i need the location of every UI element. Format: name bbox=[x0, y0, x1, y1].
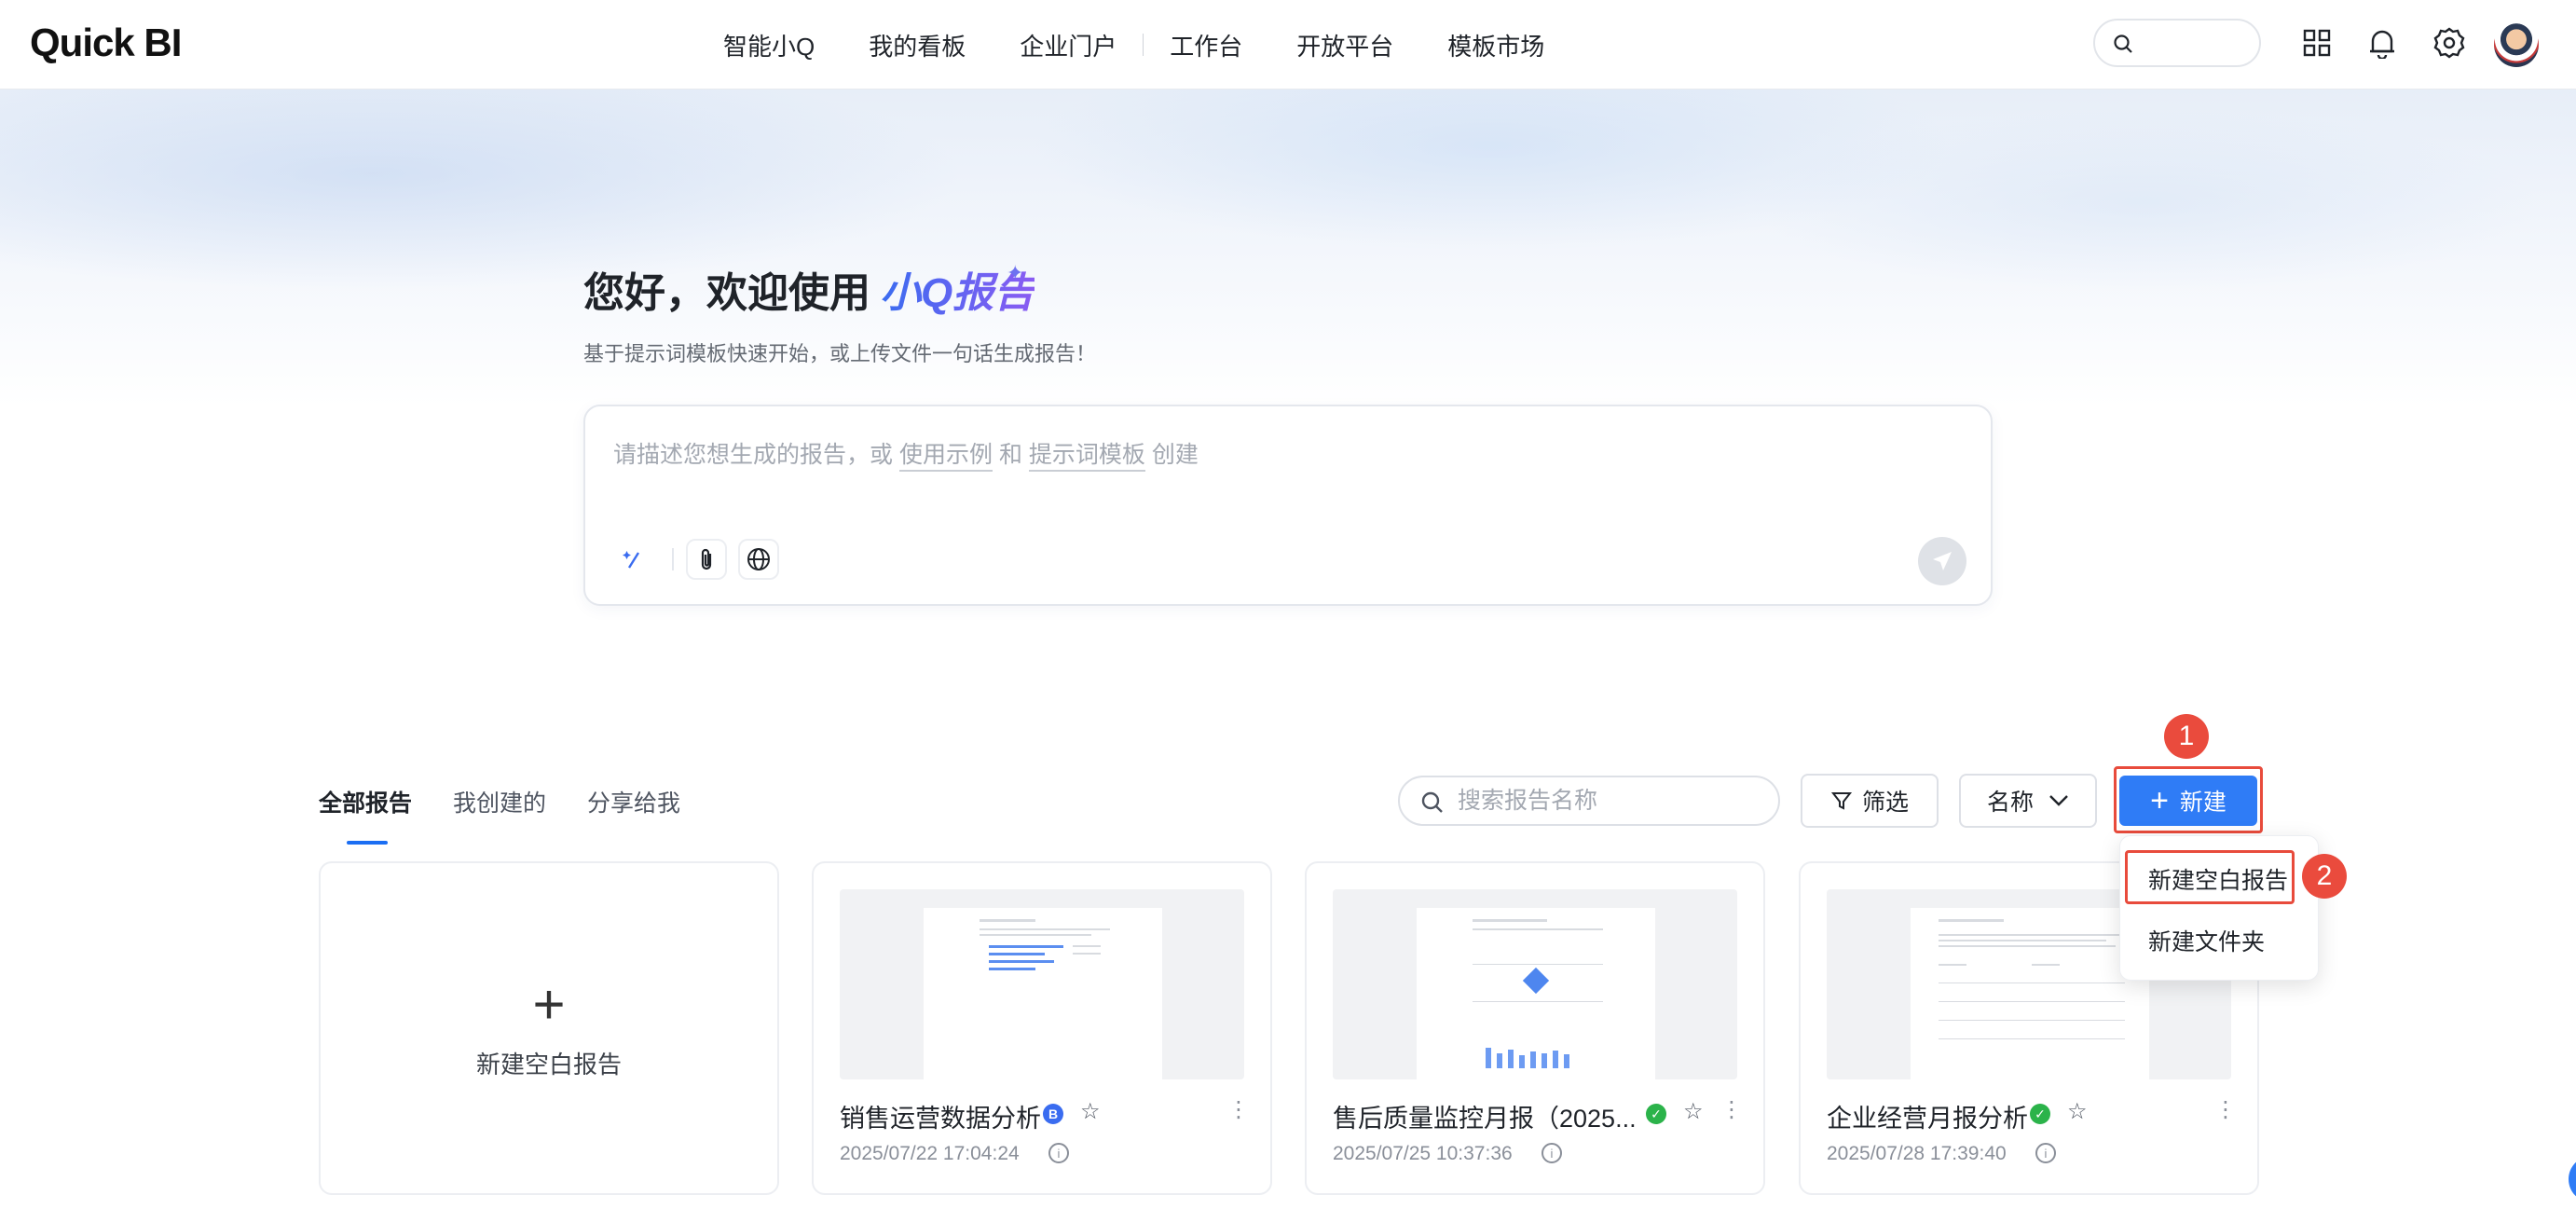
search-icon bbox=[2114, 34, 2132, 53]
sort-select[interactable]: 名称 bbox=[1959, 774, 2097, 828]
bell-icon[interactable] bbox=[2364, 24, 2401, 62]
step-badge-1: 1 bbox=[2164, 714, 2209, 759]
more-menu-icon[interactable]: ⋮ bbox=[1720, 1096, 1743, 1123]
report-thumbnail bbox=[840, 889, 1244, 1079]
menu-item-new-folder[interactable]: 新建文件夹 bbox=[2148, 924, 2265, 957]
prompt-mid: 和 bbox=[998, 442, 1022, 468]
nav-item-workbench[interactable]: 工作台 bbox=[1170, 28, 1242, 62]
tab-created-by-me[interactable]: 我创建的 bbox=[453, 785, 546, 818]
top-nav-bar: Quick BI 智能小Q 我的看板 企业门户 工作台 开放平台 模板市场 bbox=[0, 0, 2576, 89]
new-button-highlight bbox=[2114, 766, 2263, 833]
send-icon bbox=[1933, 552, 1952, 570]
star-icon[interactable]: ☆ bbox=[1080, 1098, 1101, 1125]
magic-wand-icon[interactable] bbox=[613, 539, 654, 580]
b-badge-icon: B bbox=[1043, 1104, 1063, 1124]
more-menu-icon[interactable]: ⋮ bbox=[1227, 1096, 1250, 1123]
report-search-input[interactable] bbox=[1458, 785, 1756, 817]
hero-background bbox=[0, 89, 2576, 406]
prompt-prefix: 请描述您想生成的报告，或 bbox=[613, 442, 894, 468]
tab-all-reports[interactable]: 全部报告 bbox=[319, 785, 412, 818]
prompt-suffix: 创建 bbox=[1151, 442, 1199, 468]
prompt-input-box[interactable]: 请描述您想生成的报告，或 使用示例 和 提示词模板 创建 bbox=[583, 405, 1993, 606]
nav-item-my-dashboard[interactable]: 我的看板 bbox=[869, 28, 966, 62]
star-icon[interactable]: ☆ bbox=[1683, 1098, 1704, 1125]
report-thumbnail bbox=[1333, 889, 1737, 1079]
report-date: 2025/07/25 10:37:36 bbox=[1333, 1143, 1513, 1164]
plus-icon: + bbox=[532, 972, 566, 1036]
nav-item-template-market[interactable]: 模板市场 bbox=[1447, 28, 1544, 62]
globe-icon[interactable] bbox=[738, 539, 779, 580]
global-search-input[interactable] bbox=[2093, 19, 2261, 67]
report-title: 销售运营数据分析 bbox=[840, 1105, 1041, 1133]
report-card[interactable]: 销售运营数据分析 B ☆ ⋮ 2025/07/22 17:04:24 i bbox=[812, 861, 1272, 1195]
toolbar-divider bbox=[672, 548, 674, 570]
report-title: 企业经营月报分析 bbox=[1827, 1105, 2028, 1133]
info-icon[interactable]: i bbox=[1541, 1143, 1562, 1163]
nav-item-portal[interactable]: 企业门户 bbox=[1020, 28, 1117, 62]
search-icon bbox=[1421, 791, 1443, 813]
use-example-link[interactable]: 使用示例 bbox=[898, 442, 993, 472]
apps-grid-icon[interactable] bbox=[2298, 24, 2336, 62]
step-badge-2: 2 bbox=[2302, 854, 2347, 899]
user-avatar[interactable] bbox=[2494, 22, 2539, 67]
tab-shared-with-me[interactable]: 分享给我 bbox=[587, 785, 680, 818]
sort-label: 名称 bbox=[1986, 790, 2034, 816]
nav-item-open-platform[interactable]: 开放平台 bbox=[1296, 28, 1393, 62]
check-circle-icon: ✓ bbox=[1646, 1104, 1666, 1124]
report-date: 2025/07/28 17:39:40 bbox=[1827, 1143, 2007, 1164]
quick-bi-logo[interactable]: Quick BI bbox=[30, 21, 182, 67]
hero-subtitle: 基于提示词模板快速开始，或上传文件一句话生成报告！ bbox=[583, 342, 1097, 365]
hero-title: 您好，欢迎使用 小Q报告 bbox=[583, 259, 1035, 319]
floating-helper-tab[interactable] bbox=[2569, 1156, 2576, 1202]
gear-icon[interactable] bbox=[2431, 24, 2468, 62]
report-tabs: 全部报告 我创建的 分享给我 bbox=[319, 785, 721, 818]
report-title: 售后质量监控月报（2025... bbox=[1333, 1105, 1637, 1133]
info-icon[interactable]: i bbox=[2035, 1143, 2056, 1163]
prompt-placeholder: 请描述您想生成的报告，或 使用示例 和 提示词模板 创建 bbox=[613, 436, 1199, 472]
report-search bbox=[1398, 776, 1780, 826]
filter-button[interactable]: 筛选 bbox=[1801, 774, 1939, 828]
info-icon[interactable]: i bbox=[1048, 1143, 1069, 1163]
report-date: 2025/07/22 17:04:24 bbox=[840, 1143, 1020, 1164]
prompt-template-link[interactable]: 提示词模板 bbox=[1028, 442, 1145, 472]
active-tab-indicator bbox=[347, 841, 388, 845]
chevron-down-icon bbox=[2049, 795, 2068, 806]
check-circle-icon: ✓ bbox=[2030, 1104, 2050, 1124]
nav-item-smart-q[interactable]: 智能小Q bbox=[723, 28, 815, 62]
filter-label: 筛选 bbox=[1861, 790, 1909, 816]
attachment-icon[interactable] bbox=[686, 539, 727, 580]
filter-icon bbox=[1830, 792, 1853, 810]
report-card[interactable]: 售后质量监控月报（2025... ✓ ☆ ⋮ 2025/07/25 10:37:… bbox=[1305, 861, 1765, 1195]
sparkle-icon: ✦ bbox=[1007, 261, 1024, 284]
main-nav: 智能小Q 我的看板 企业门户 工作台 开放平台 模板市场 bbox=[723, 0, 1598, 89]
star-icon[interactable]: ☆ bbox=[2067, 1098, 2088, 1125]
nav-divider bbox=[1143, 34, 1144, 56]
new-blank-report-card[interactable]: + 新建空白报告 bbox=[319, 861, 779, 1195]
dropdown-item-highlight bbox=[2125, 850, 2295, 904]
send-button[interactable] bbox=[1918, 537, 1966, 585]
new-card-label: 新建空白报告 bbox=[475, 1050, 622, 1079]
more-menu-icon[interactable]: ⋮ bbox=[2214, 1096, 2237, 1123]
hero-greeting: 您好，欢迎使用 bbox=[583, 270, 870, 316]
